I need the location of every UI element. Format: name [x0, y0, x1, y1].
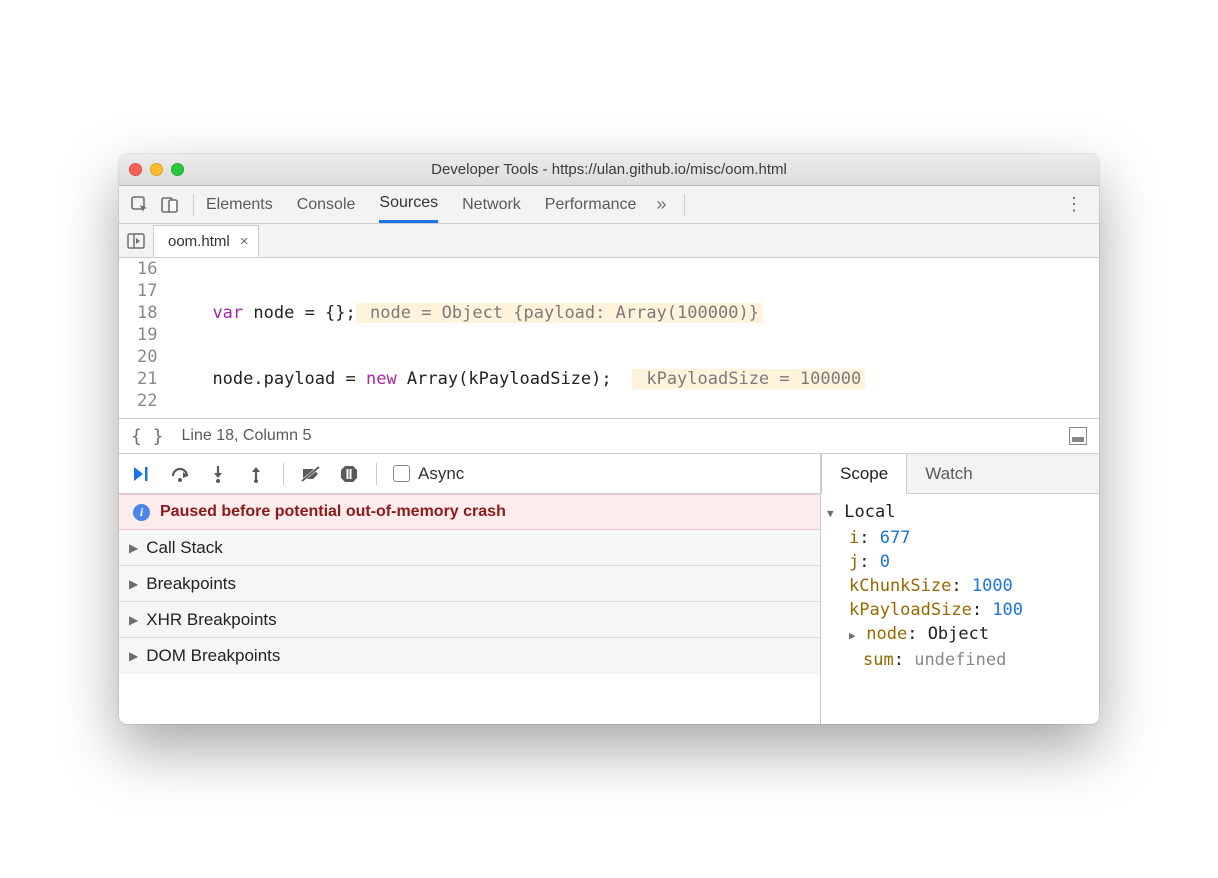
tab-watch[interactable]: Watch — [907, 454, 991, 493]
tab-scope[interactable]: Scope — [821, 453, 907, 494]
paused-alert: i Paused before potential out-of-memory … — [119, 494, 820, 530]
chevron-right-icon: ▶ — [129, 577, 138, 591]
resume-icon[interactable] — [125, 459, 159, 489]
line-number: 22 — [137, 390, 157, 412]
scope-var[interactable]: ▶ node: Object — [827, 622, 1091, 648]
line-number: 16 — [137, 258, 157, 280]
scope-local[interactable]: ▼ Local — [827, 500, 1091, 526]
debug-toolbar: Async — [119, 454, 820, 494]
step-out-icon[interactable] — [239, 459, 273, 489]
line-gutter: 16 17 18 19 20 21 22 — [119, 258, 165, 418]
line-number: 21 — [137, 368, 157, 390]
code-area[interactable]: var node = {}; node = Object {payload: A… — [165, 258, 1099, 418]
tab-network[interactable]: Network — [462, 186, 521, 223]
tab-sources[interactable]: Sources — [379, 186, 438, 223]
zoom-window-icon[interactable] — [171, 163, 184, 176]
scope-panel: ▼ Local i: 677 j: 0 kChunkSize: 1000 kPa… — [821, 494, 1099, 678]
source-editor[interactable]: 16 17 18 19 20 21 22 var node = {}; node… — [119, 258, 1099, 418]
tab-console[interactable]: Console — [297, 186, 356, 223]
line-number: 19 — [137, 324, 157, 346]
scope-var[interactable]: j: 0 — [827, 550, 1091, 574]
device-toolbar-icon[interactable] — [155, 190, 185, 220]
async-label: Async — [418, 464, 464, 484]
main-toolbar: Elements Console Sources Network Perform… — [119, 186, 1099, 224]
line-number: 17 — [137, 280, 157, 302]
scope-watch-tabs: Scope Watch — [821, 454, 1099, 494]
section-xhr-breakpoints[interactable]: ▶ XHR Breakpoints — [119, 602, 820, 638]
file-tab-strip: oom.html × — [119, 224, 1099, 258]
section-label: XHR Breakpoints — [146, 610, 276, 630]
debugger-right: Scope Watch ▼ Local i: 677 j: 0 kChunkSi… — [821, 454, 1099, 724]
section-breakpoints[interactable]: ▶ Breakpoints — [119, 566, 820, 602]
scope-var[interactable]: kPayloadSize: 100 — [827, 598, 1091, 622]
line-number: 18 — [137, 302, 157, 324]
tab-performance[interactable]: Performance — [545, 186, 637, 223]
scope-var[interactable]: kChunkSize: 1000 — [827, 574, 1091, 598]
line-number: 20 — [137, 346, 157, 368]
debugger-left: Async i Paused before potential out-of-m… — [119, 454, 821, 724]
inline-value-overlay: node = Object {payload: Array(100000)} — [356, 303, 763, 323]
inspect-element-icon[interactable] — [125, 190, 155, 220]
divider — [376, 463, 377, 485]
info-icon: i — [133, 504, 150, 521]
settings-menu-icon[interactable]: ⋮ — [1055, 194, 1093, 215]
close-window-icon[interactable] — [129, 163, 142, 176]
scope-label: Local — [844, 502, 895, 522]
alert-text: Paused before potential out-of-memory cr… — [160, 503, 506, 521]
file-tab-label: oom.html — [168, 233, 230, 250]
toggle-drawer-icon[interactable] — [1069, 427, 1087, 445]
deactivate-breakpoints-icon[interactable] — [294, 459, 328, 489]
chevron-down-icon: ▼ — [827, 507, 840, 520]
chevron-right-icon: ▶ — [129, 541, 138, 555]
pretty-print-icon[interactable]: { } — [131, 426, 164, 447]
checkbox-icon[interactable] — [393, 465, 410, 482]
chevron-right-icon: ▶ — [129, 613, 138, 627]
scope-var[interactable]: sum: undefined — [827, 648, 1091, 672]
pause-on-exceptions-icon[interactable] — [332, 459, 366, 489]
cursor-position: Line 18, Column 5 — [182, 427, 312, 445]
editor-statusbar: { } Line 18, Column 5 — [119, 418, 1099, 454]
chevron-right-icon: ▶ — [849, 629, 862, 642]
divider — [193, 194, 194, 216]
chevron-right-icon: ▶ — [129, 649, 138, 663]
minimize-window-icon[interactable] — [150, 163, 163, 176]
window-title: Developer Tools - https://ulan.github.io… — [119, 161, 1099, 178]
section-dom-breakpoints[interactable]: ▶ DOM Breakpoints — [119, 638, 820, 674]
more-tabs-icon[interactable]: » — [656, 194, 666, 215]
step-over-icon[interactable] — [163, 459, 197, 489]
divider — [684, 194, 685, 216]
panel-tabs: Elements Console Sources Network Perform… — [206, 186, 636, 223]
divider — [283, 463, 284, 485]
section-label: Breakpoints — [146, 574, 236, 594]
debugger-panel: Async i Paused before potential out-of-m… — [119, 454, 1099, 724]
section-call-stack[interactable]: ▶ Call Stack — [119, 530, 820, 566]
section-label: Call Stack — [146, 538, 223, 558]
scope-var[interactable]: i: 677 — [827, 526, 1091, 550]
code-line: node.payload = new Array(kPayloadSize); … — [165, 368, 1099, 390]
window-controls — [129, 163, 184, 176]
navigator-toggle-icon[interactable] — [119, 224, 153, 258]
titlebar: Developer Tools - https://ulan.github.io… — [119, 154, 1099, 186]
devtools-window: Developer Tools - https://ulan.github.io… — [119, 154, 1099, 724]
tab-elements[interactable]: Elements — [206, 186, 273, 223]
close-tab-icon[interactable]: × — [240, 233, 249, 250]
file-tab-oom[interactable]: oom.html × — [153, 225, 259, 257]
code-line: var node = {}; node = Object {payload: A… — [165, 302, 1099, 324]
step-into-icon[interactable] — [201, 459, 235, 489]
inline-value-overlay: kPayloadSize = 100000 — [632, 369, 865, 389]
async-checkbox[interactable]: Async — [393, 464, 464, 484]
section-label: DOM Breakpoints — [146, 646, 280, 666]
